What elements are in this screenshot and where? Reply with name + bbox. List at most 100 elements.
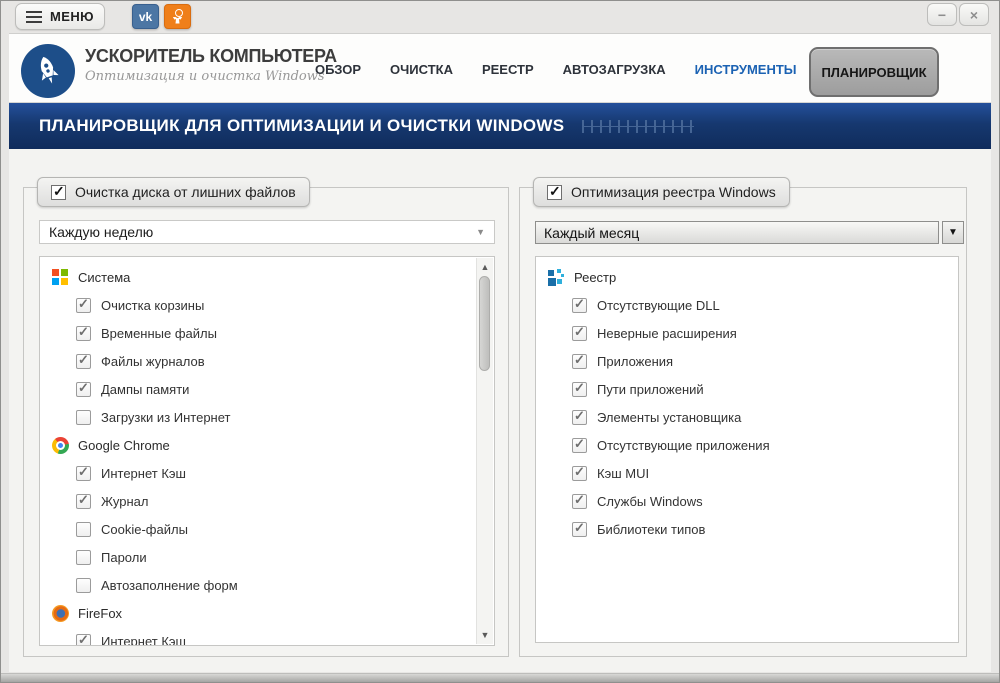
item-checkbox[interactable] <box>76 578 91 593</box>
odnoklassniki-icon <box>172 9 184 25</box>
tree-item-row[interactable]: Приложения <box>536 347 958 375</box>
tree-item-label: Интернет Кэш <box>101 466 186 481</box>
tab-planirovshchik[interactable]: ПЛАНИРОВЩИК <box>809 47 939 97</box>
vk-icon: vk <box>139 10 152 24</box>
disk-cleanup-checkbox[interactable] <box>51 185 66 200</box>
registry-group-tab[interactable]: Оптимизация реестра Windows <box>533 177 790 207</box>
tab-instrumenty[interactable]: ИНСТРУМЕНТЫ <box>695 62 797 77</box>
nav-tabs: ОБЗОР ОЧИСТКА РЕЕСТР АВТОЗАГРУЗКА ИНСТРУ… <box>315 34 797 104</box>
item-checkbox[interactable] <box>572 438 587 453</box>
firefox-icon <box>52 605 69 622</box>
tree-group-row[interactable]: Реестр <box>536 263 958 291</box>
item-checkbox[interactable] <box>572 494 587 509</box>
tree-group-label: Google Chrome <box>78 438 170 453</box>
disk-schedule-dropdown[interactable]: Каждую неделю ▼ <box>39 220 495 244</box>
ok-social-button[interactable] <box>164 4 191 29</box>
item-checkbox[interactable] <box>76 410 91 425</box>
tree-group-row[interactable]: Система <box>40 263 476 291</box>
tree-item-row[interactable]: Отсутствующие DLL <box>536 291 958 319</box>
tree-item-label: Файлы журналов <box>101 354 205 369</box>
tree-item-row[interactable]: Файлы журналов <box>40 347 476 375</box>
tree-item-label: Автозаполнение форм <box>101 578 238 593</box>
tab-obzor[interactable]: ОБЗОР <box>315 62 361 77</box>
tree-item-row[interactable]: Интернет Кэш <box>40 459 476 487</box>
disk-cleanup-label: Очистка диска от лишних файлов <box>75 184 296 200</box>
minimize-button[interactable]: − <box>927 3 957 26</box>
item-checkbox[interactable] <box>572 354 587 369</box>
menu-button-label: МЕНЮ <box>50 9 94 24</box>
tree-item-label: Пути приложений <box>597 382 704 397</box>
tree-item-label: Журнал <box>101 494 148 509</box>
close-button[interactable]: × <box>959 3 989 26</box>
registry-label: Оптимизация реестра Windows <box>571 184 776 200</box>
item-checkbox[interactable] <box>572 298 587 313</box>
tab-ochistka[interactable]: ОЧИСТКА <box>390 62 453 77</box>
tab-avtozagruzka[interactable]: АВТОЗАГРУЗКА <box>563 62 666 77</box>
item-checkbox[interactable] <box>76 298 91 313</box>
item-checkbox[interactable] <box>76 354 91 369</box>
tree-item-label: Кэш MUI <box>597 466 649 481</box>
tree-item-row[interactable]: Интернет Кэш <box>40 627 476 646</box>
hamburger-icon <box>26 16 42 18</box>
registry-schedule-value: Каждый месяц <box>544 225 639 241</box>
disk-cleanup-tree: ▲ ▼ Система Очистка корзины Временные файл… <box>39 256 495 646</box>
tree-item-row[interactable]: Автозаполнение форм <box>40 571 476 599</box>
tree-item-row[interactable]: Дампы памяти <box>40 375 476 403</box>
tree-item-row[interactable]: Журнал <box>40 487 476 515</box>
tree-item-label: Службы Windows <box>597 494 703 509</box>
item-checkbox[interactable] <box>76 494 91 509</box>
item-checkbox[interactable] <box>572 410 587 425</box>
tree-item-row[interactable]: Службы Windows <box>536 487 958 515</box>
tree-item-label: Библиотеки типов <box>597 522 705 537</box>
tree-item-label: Пароли <box>101 550 147 565</box>
tree-group-row[interactable]: Google Chrome <box>40 431 476 459</box>
scroll-down-icon[interactable]: ▼ <box>477 630 493 640</box>
scrollbar-thumb[interactable] <box>479 276 490 371</box>
menu-button[interactable]: МЕНЮ <box>15 3 105 30</box>
banner-ticks-decoration <box>582 120 694 133</box>
app-subtitle: Оптимизация и очистка Windows <box>85 69 337 84</box>
tree-item-label: Временные файлы <box>101 326 217 341</box>
item-checkbox[interactable] <box>76 550 91 565</box>
item-checkbox[interactable] <box>572 466 587 481</box>
tree-item-row[interactable]: Неверные расширения <box>536 319 958 347</box>
item-checkbox[interactable] <box>76 466 91 481</box>
item-checkbox[interactable] <box>572 382 587 397</box>
disk-cleanup-group-tab[interactable]: Очистка диска от лишних файлов <box>37 177 310 207</box>
tree-item-row[interactable]: Отсутствующие приложения <box>536 431 958 459</box>
app-title: УСКОРИТЕЛЬ КОМПЬЮТЕРА <box>85 46 337 67</box>
item-checkbox[interactable] <box>76 382 91 397</box>
tree-item-row[interactable]: Временные файлы <box>40 319 476 347</box>
tab-reestr[interactable]: РЕЕСТР <box>482 62 534 77</box>
app-logo <box>21 44 75 98</box>
item-checkbox[interactable] <box>572 326 587 341</box>
chevron-down-icon: ▼ <box>476 227 485 237</box>
item-checkbox[interactable] <box>76 634 91 647</box>
registry-schedule-dropdown[interactable]: Каждый месяц <box>535 221 939 244</box>
registry-schedule-arrow-button[interactable]: ▼ <box>942 221 964 244</box>
page-banner: ПЛАНИРОВЩИК ДЛЯ ОПТИМИЗАЦИИ И ОЧИСТКИ WI… <box>9 103 991 149</box>
scroll-up-icon[interactable]: ▲ <box>477 262 493 272</box>
item-checkbox[interactable] <box>76 522 91 537</box>
tree-item-row[interactable]: Очистка корзины <box>40 291 476 319</box>
tree-item-label: Отсутствующие приложения <box>597 438 770 453</box>
tree-item-row[interactable]: Элементы установщика <box>536 403 958 431</box>
scrollbar[interactable]: ▲ ▼ <box>476 258 493 644</box>
tree-item-row[interactable]: Кэш MUI <box>536 459 958 487</box>
registry-checkbox[interactable] <box>547 185 562 200</box>
disk-schedule-value: Каждую неделю <box>49 224 153 240</box>
tree-group-label: Система <box>78 270 130 285</box>
tree-group-label: Реестр <box>574 270 616 285</box>
tree-item-row[interactable]: Загрузки из Интернет <box>40 403 476 431</box>
tree-item-row[interactable]: Cookie-файлы <box>40 515 476 543</box>
vk-social-button[interactable]: vk <box>132 4 159 29</box>
item-checkbox[interactable] <box>76 326 91 341</box>
item-checkbox[interactable] <box>572 522 587 537</box>
app-header: УСКОРИТЕЛЬ КОМПЬЮТЕРА Оптимизация и очис… <box>9 33 991 103</box>
tree-group-row[interactable]: FireFox <box>40 599 476 627</box>
tree-item-label: Элементы установщика <box>597 410 741 425</box>
tree-item-row[interactable]: Библиотеки типов <box>536 515 958 543</box>
window-bottom-frame <box>1 673 999 682</box>
tree-item-row[interactable]: Пароли <box>40 543 476 571</box>
tree-item-row[interactable]: Пути приложений <box>536 375 958 403</box>
